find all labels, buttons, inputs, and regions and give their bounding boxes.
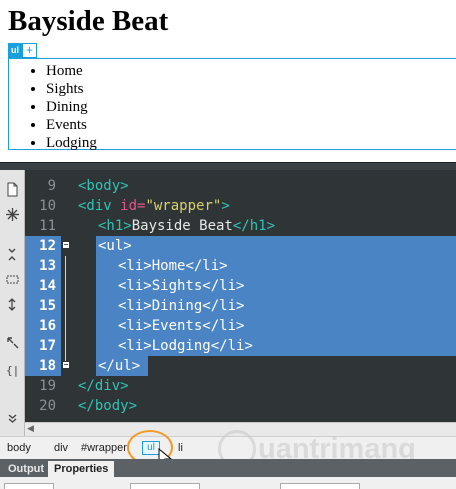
line-number: 9 [47,178,56,194]
hud-add-class-button[interactable]: + [22,43,37,58]
svg-text:{|}: {|} [6,364,20,377]
fold-guide [65,256,66,362]
crumb-wrapper[interactable]: #wrapper [81,437,127,460]
code-line[interactable]: <h1>Bayside Beat</h1> [98,216,275,236]
code-line[interactable]: </body> [78,396,137,416]
line-number: 17 [39,338,56,354]
properties-panel [0,477,456,489]
code-line[interactable]: <li>Events</li> [118,316,244,336]
hud-tag-label[interactable]: ul [8,43,22,58]
page-heading[interactable]: Bayside Beat [8,2,168,40]
fold-collapse-icon[interactable]: − [62,241,70,249]
code-line[interactable]: <li>Dining</li> [118,296,244,316]
collapse-selection-icon[interactable] [5,272,20,287]
selection-indent [96,256,116,356]
balance-braces-icon[interactable]: {|} [5,362,26,377]
expand-all-icon[interactable] [5,297,20,312]
list-item[interactable]: Sights [46,80,97,98]
code-line[interactable]: </ul> [98,356,140,376]
properties-format-field[interactable] [4,483,54,489]
view-splitter[interactable] [0,162,456,170]
line-number: 20 [39,398,56,414]
list-item[interactable]: Events [46,116,97,134]
more-icon[interactable] [5,411,20,426]
properties-link-field[interactable] [280,483,360,489]
selection-row [96,236,456,256]
panel-tab-bar: Output Properties [0,459,456,477]
line-number: 11 [39,218,56,234]
file-icon[interactable] [5,182,20,197]
line-number: 13 [39,258,56,274]
list-item[interactable]: Home [46,62,97,80]
code-line[interactable]: <li>Lodging</li> [118,336,253,356]
line-number: 18 [39,358,56,374]
scroll-left-icon[interactable]: ◀ [27,423,34,436]
line-number: 15 [39,298,56,314]
code-line[interactable]: <ul> [98,236,132,256]
collapse-full-tag-icon[interactable] [5,247,20,262]
properties-class-field[interactable] [130,483,200,489]
line-number: 10 [39,198,56,214]
nav-list[interactable]: Home Sights Dining Events Lodging [46,62,97,152]
crumb-body[interactable]: body [7,437,31,460]
element-hud[interactable]: ul + [8,43,37,58]
line-number: 19 [39,378,56,394]
code-line[interactable]: </div> [78,376,129,396]
fold-collapse-icon[interactable]: − [62,361,70,369]
coding-toolbar: {|} [0,170,26,436]
line-number: 12 [39,238,56,254]
live-view-pane[interactable]: Bayside Beat ul + Home Sights Dining Eve… [0,0,456,162]
crumb-div[interactable]: div [54,437,68,460]
select-parent-tag-icon[interactable] [5,335,20,350]
tab-properties[interactable]: Properties [48,461,115,477]
tab-output[interactable]: Output [2,461,50,477]
snowflake-icon[interactable] [5,207,20,222]
code-line[interactable]: <li>Sights</li> [118,276,244,296]
list-item[interactable]: Lodging [46,134,97,152]
list-item[interactable]: Dining [46,98,97,116]
crumb-li[interactable]: li [178,437,183,460]
line-number: 16 [39,318,56,334]
code-line[interactable]: <li>Home</li> [118,256,228,276]
code-line[interactable]: <body> [78,176,129,196]
code-line[interactable]: <div id="wrapper"> [78,196,230,216]
line-number: 14 [39,278,56,294]
